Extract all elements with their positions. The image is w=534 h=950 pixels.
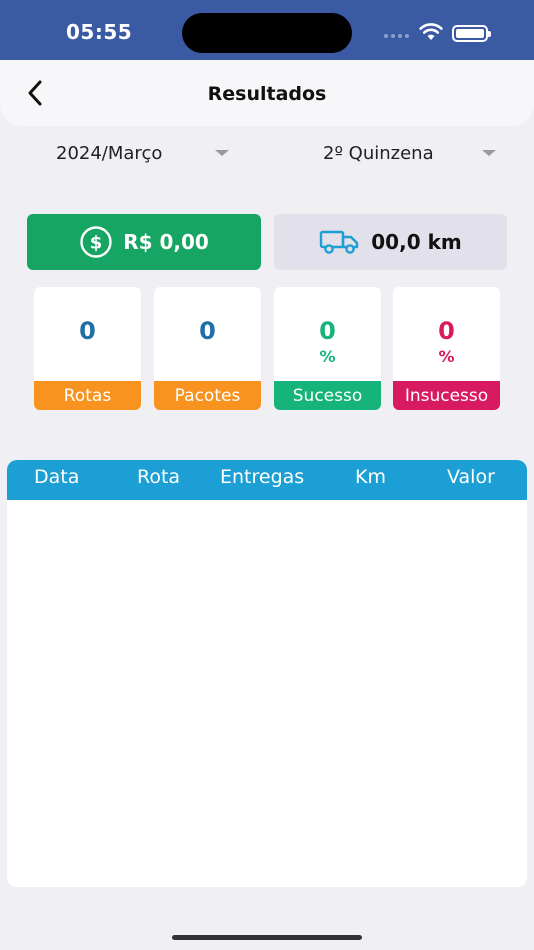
stat-unit: %: [438, 347, 455, 366]
column-header-route[interactable]: Rota: [137, 466, 180, 488]
home-indicator[interactable]: [172, 935, 362, 940]
column-header-deliveries[interactable]: Entregas: [220, 466, 304, 488]
fortnight-dropdown[interactable]: 2º Quinzena: [323, 138, 503, 168]
stat-card-packages: 0 Pacotes: [154, 287, 261, 410]
dollar-coin-icon: $: [80, 226, 112, 258]
stat-value: 0: [438, 317, 455, 345]
stat-value: 0: [79, 317, 96, 345]
status-bar: 05:55: [0, 0, 534, 60]
stat-unit: %: [319, 347, 336, 366]
svg-text:$: $: [90, 233, 103, 254]
stat-card-success: 0 % Sucesso: [274, 287, 381, 410]
distance-summary-card: 00,0 km: [274, 214, 507, 270]
page-title: Resultados: [207, 83, 327, 105]
stat-label: Sucesso: [274, 381, 381, 410]
dynamic-island: [182, 13, 352, 53]
earnings-total: R$ 0,00: [123, 230, 209, 254]
stat-card-routes: 0 Rotas: [34, 287, 141, 410]
column-header-date[interactable]: Data: [34, 466, 79, 488]
table-header: Data Rota Entregas Km Valor: [7, 460, 527, 500]
distance-total: 00,0 km: [371, 230, 462, 254]
column-header-value[interactable]: Valor: [447, 466, 495, 488]
status-time: 05:55: [66, 20, 133, 44]
results-table: Data Rota Entregas Km Valor: [7, 460, 527, 887]
stat-label: Insucesso: [393, 381, 500, 410]
earnings-summary-card: $ R$ 0,00: [27, 214, 261, 270]
stat-value: 0: [319, 317, 336, 345]
stat-label: Rotas: [34, 381, 141, 410]
stat-value: 0: [199, 317, 216, 345]
stat-label: Pacotes: [154, 381, 261, 410]
period-dropdown[interactable]: 2024/Março: [56, 138, 236, 168]
battery-icon: [452, 25, 491, 42]
wifi-icon: [419, 23, 443, 40]
column-header-km[interactable]: Km: [355, 466, 386, 488]
cellular-signal-icon: [384, 34, 409, 38]
navigation-bar: Resultados: [0, 60, 534, 126]
period-dropdown-value: 2024/Março: [56, 142, 163, 164]
caret-down-icon: [215, 150, 229, 156]
caret-down-icon: [482, 150, 496, 156]
truck-icon: [320, 230, 359, 254]
fortnight-dropdown-value: 2º Quinzena: [323, 142, 434, 164]
stat-card-failure: 0 % Insucesso: [393, 287, 500, 410]
